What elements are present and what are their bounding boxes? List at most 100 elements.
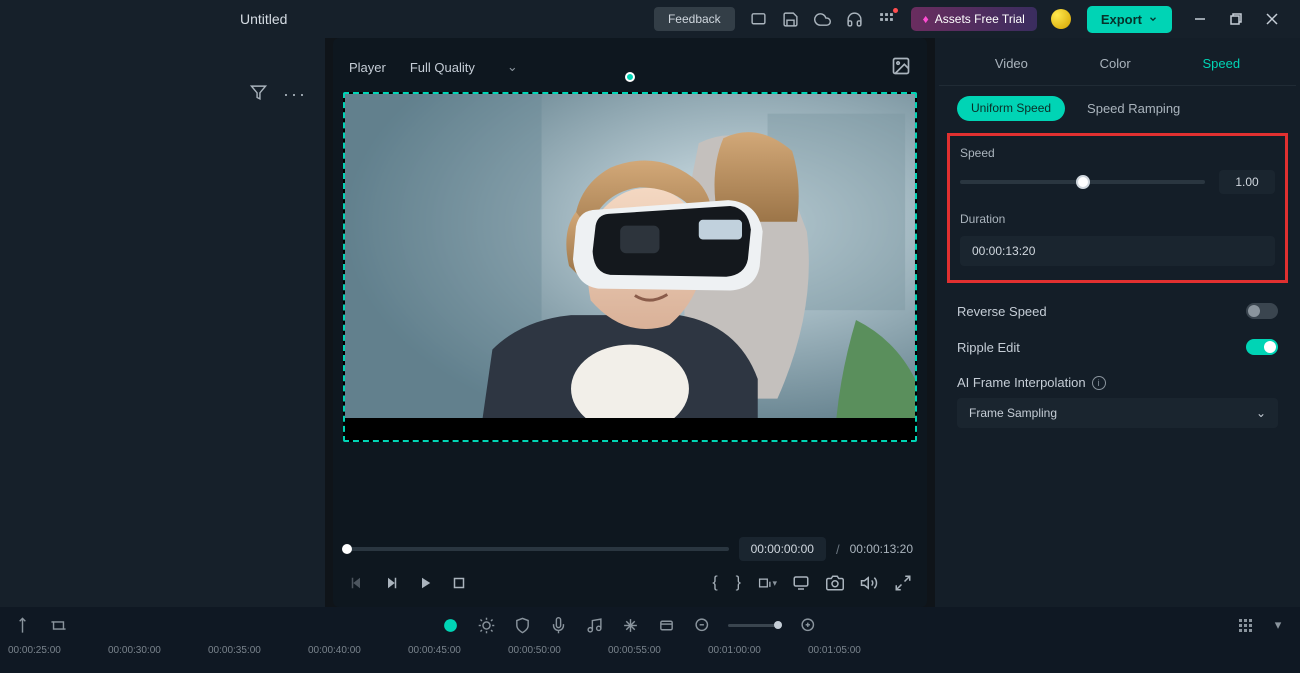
snapshot-settings-icon[interactable] — [891, 56, 911, 79]
duration-input[interactable]: 00:00:13:20 — [960, 236, 1275, 266]
reverse-speed-label: Reverse Speed — [957, 304, 1047, 319]
time-tick: 00:00:25:00 — [8, 645, 108, 671]
filter-icon[interactable] — [250, 84, 267, 104]
tab-video[interactable]: Video — [985, 52, 1038, 75]
info-icon[interactable]: i — [1092, 376, 1106, 390]
preview-frame-image — [345, 94, 915, 418]
reverse-speed-row: Reverse Speed — [939, 293, 1296, 329]
assets-trial-button[interactable]: ♦ Assets Free Trial — [911, 7, 1037, 31]
inspector-panel: Video Color Speed Uniform Speed Speed Ra… — [935, 38, 1300, 607]
timeline-ai-icon[interactable] — [440, 615, 460, 635]
snapshot-icon[interactable] — [825, 573, 845, 593]
video-preview[interactable] — [343, 92, 917, 442]
account-avatar-icon[interactable] — [1051, 9, 1071, 29]
ai-frame-value: Frame Sampling — [969, 406, 1057, 420]
prev-frame-icon[interactable] — [347, 573, 367, 593]
reverse-speed-toggle[interactable] — [1246, 303, 1278, 319]
headphones-icon[interactable] — [842, 6, 868, 32]
ai-frame-select[interactable]: Frame Sampling ⌄ — [957, 398, 1278, 428]
ripple-edit-label: Ripple Edit — [957, 340, 1020, 355]
timeline-mic-icon[interactable] — [548, 615, 568, 635]
inspector-tabs: Video Color Speed — [939, 44, 1296, 86]
play-icon[interactable] — [415, 573, 435, 593]
total-duration: 00:00:13:20 — [850, 542, 913, 556]
more-options-icon[interactable]: ··· — [283, 84, 307, 105]
speed-subtabs: Uniform Speed Speed Ramping — [939, 86, 1296, 129]
time-tick: 00:00:40:00 — [308, 645, 408, 671]
time-tick: 00:00:45:00 — [408, 645, 508, 671]
ai-frame-row: AI Frame Interpolation i — [939, 365, 1296, 394]
timeline-cursor-icon[interactable] — [12, 615, 32, 635]
timeline-effects-icon[interactable] — [476, 615, 496, 635]
timeline-ruler[interactable]: 00:00:25:00 00:00:30:00 00:00:35:00 00:0… — [0, 643, 1300, 673]
time-tick: 00:00:50:00 — [508, 645, 608, 671]
close-button[interactable] — [1254, 5, 1290, 33]
time-separator: / — [836, 542, 840, 557]
minimize-button[interactable] — [1182, 5, 1218, 33]
duration-label: Duration — [960, 212, 1275, 226]
next-frame-icon[interactable] — [381, 573, 401, 593]
fullscreen-icon[interactable] — [893, 573, 913, 593]
speed-duration-highlight: Speed 1.00 Duration 00:00:13:20 — [947, 133, 1288, 283]
export-button[interactable]: Export — [1087, 6, 1172, 33]
ripple-edit-row: Ripple Edit — [939, 329, 1296, 365]
speed-slider[interactable] — [960, 180, 1205, 184]
current-time: 00:00:00:00 — [739, 537, 826, 561]
timeline-shield-icon[interactable] — [512, 615, 532, 635]
chevron-down-icon — [1148, 14, 1158, 24]
tab-color[interactable]: Color — [1090, 52, 1141, 75]
timeline-music-icon[interactable] — [584, 615, 604, 635]
speed-label: Speed — [960, 146, 1275, 160]
time-tick: 00:00:55:00 — [608, 645, 708, 671]
timeline-frame-icon[interactable] — [656, 615, 676, 635]
assets-trial-label: Assets Free Trial — [935, 12, 1025, 26]
main-area: ··· Player Full Quality ⌄ — [0, 38, 1300, 607]
save-icon[interactable] — [778, 6, 804, 32]
chevron-down-icon: ⌄ — [1256, 406, 1266, 420]
tab-speed[interactable]: Speed — [1193, 52, 1251, 75]
timeline-crop-icon[interactable] — [48, 615, 68, 635]
media-panel: ··· — [0, 38, 325, 607]
timeline-menu-icon[interactable]: ▾ — [1268, 615, 1288, 635]
chevron-down-icon: ⌄ — [507, 59, 518, 75]
timeline-sparkle-icon[interactable] — [620, 615, 640, 635]
scrubber-row: 00:00:00:00 / 00:00:13:20 — [343, 531, 917, 567]
mark-in-icon[interactable]: { — [710, 574, 719, 592]
quality-value: Full Quality — [410, 60, 475, 75]
time-tick: 00:00:30:00 — [108, 645, 208, 671]
playhead-marker-icon[interactable] — [625, 72, 635, 82]
display-icon[interactable] — [791, 573, 811, 593]
crop-ratio-icon[interactable]: ▾ — [757, 573, 777, 593]
subtab-speed-ramping[interactable]: Speed Ramping — [1083, 96, 1184, 121]
zoom-out-icon[interactable] — [692, 615, 712, 635]
export-label: Export — [1101, 12, 1142, 27]
time-tick: 00:01:05:00 — [808, 645, 908, 671]
zoom-slider[interactable] — [728, 624, 782, 627]
zoom-in-icon[interactable] — [798, 615, 818, 635]
time-tick: 00:00:35:00 — [208, 645, 308, 671]
maximize-button[interactable] — [1218, 5, 1254, 33]
subtab-uniform-speed[interactable]: Uniform Speed — [957, 96, 1065, 121]
timeline-toolbar: ▾ — [0, 607, 1300, 643]
apps-icon[interactable] — [874, 6, 900, 32]
player-label: Player — [349, 60, 386, 75]
playback-controls: { } ▾ — [343, 567, 917, 599]
layout-icon[interactable] — [746, 6, 772, 32]
playback-scrubber[interactable] — [347, 547, 729, 551]
titlebar: Untitled Feedback ♦ Assets Free Trial Ex… — [0, 0, 1300, 38]
mark-out-icon[interactable]: } — [734, 574, 743, 592]
project-title: Untitled — [240, 11, 287, 27]
ai-frame-label: AI Frame Interpolation i — [957, 375, 1106, 390]
media-panel-tools: ··· — [0, 78, 325, 110]
timeline-view-icon[interactable] — [1239, 619, 1252, 632]
feedback-button[interactable]: Feedback — [654, 7, 735, 31]
quality-select[interactable]: Full Quality ⌄ — [402, 55, 526, 79]
diamond-icon: ♦ — [923, 12, 929, 26]
stop-icon[interactable] — [449, 573, 469, 593]
time-tick: 00:01:00:00 — [708, 645, 808, 671]
speed-value[interactable]: 1.00 — [1219, 170, 1275, 194]
cloud-icon[interactable] — [810, 6, 836, 32]
player-panel: Player Full Quality ⌄ — [333, 38, 927, 607]
volume-icon[interactable] — [859, 573, 879, 593]
ripple-edit-toggle[interactable] — [1246, 339, 1278, 355]
